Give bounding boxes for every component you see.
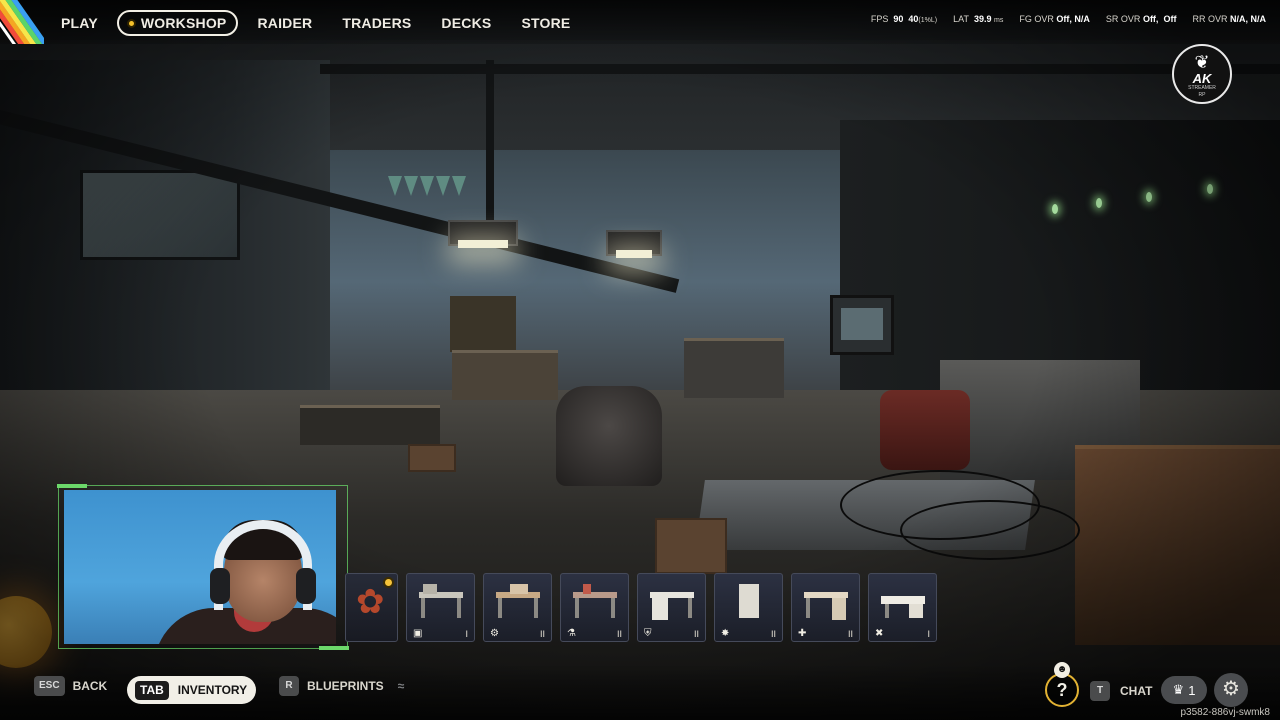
gear-bench-icon <box>650 584 694 620</box>
friends-icon: ♛ <box>1172 682 1185 697</box>
flask-icon: ⚗ <box>567 628 576 639</box>
gear-icon: ⚙ <box>1222 678 1240 700</box>
friends-button[interactable]: ♛ 1 <box>1161 676 1207 704</box>
inventory-button[interactable]: TAB INVENTORY <box>127 676 256 704</box>
chemistry-bench-icon <box>573 584 617 620</box>
friends-count: 1 <box>1188 682 1196 698</box>
back-button[interactable]: ESC BACK <box>34 676 107 696</box>
gear-cog-icon: ⚙ <box>490 628 499 639</box>
bench-level: II <box>539 628 545 639</box>
bench-slot-2[interactable]: ⚙ II <box>483 573 552 642</box>
bench-level: I <box>927 628 930 639</box>
back-label: BACK <box>72 679 108 693</box>
shield-icon: ⛨ <box>644 628 652 639</box>
bench-level: II <box>770 628 776 639</box>
bench-slot-3[interactable]: ⚗ II <box>560 573 629 642</box>
chat-button[interactable]: T CHAT <box>1090 681 1152 701</box>
fg-override-stat: FG OVR Off, N/A <box>1019 14 1090 24</box>
sr-override-stat: SR OVR Off, Off <box>1105 14 1177 24</box>
gunsmith-bench-icon <box>496 584 540 620</box>
latency-stat: LAT 39.9 ms <box>953 14 1004 24</box>
fps-stat: FPS 90 40(1%L) <box>870 14 938 24</box>
bench-level: II <box>693 628 699 639</box>
help-button[interactable]: ? <box>1045 673 1079 707</box>
inventory-label: INVENTORY <box>177 683 248 697</box>
badge-title: AK <box>1192 71 1212 86</box>
rooster-icon: ✿ <box>356 583 385 621</box>
nav-workshop-label: WORKSHOP <box>140 15 227 31</box>
explosives-bench-icon <box>727 584 771 620</box>
blueprints-label: BLUEPRINTS <box>307 679 384 693</box>
nav-play[interactable]: PLAY <box>50 11 109 35</box>
tab-key: TAB <box>135 680 169 700</box>
esc-key: ESC <box>34 676 65 696</box>
nav-store[interactable]: STORE <box>510 11 581 35</box>
t-key: T <box>1090 681 1110 701</box>
main-nav: PLAY WORKSHOP RAIDER TRADERS DECKS STORE <box>50 10 589 36</box>
bench-slot-6[interactable]: ✚ II <box>791 573 860 642</box>
rr-override-stat: RR OVR N/A, N/A <box>1192 14 1266 24</box>
workbench-icon <box>419 584 463 620</box>
crossed-tools-icon: ✖ <box>875 628 884 639</box>
medical-bench-icon <box>804 584 848 620</box>
bench-slot-7[interactable]: ✖ I <box>868 573 937 642</box>
workbench-icon: ▣ <box>413 628 423 639</box>
game-logo[interactable] <box>0 0 44 44</box>
explosive-icon: ✸ <box>721 628 730 639</box>
workshop-hotbar: ✿ ▣ I ⚙ II ⚗ II ⛨ II ✸ II ✚ II ✖ I <box>345 573 937 642</box>
streamer-badge: ❦ AK STREAMER RP <box>1172 44 1232 104</box>
utility-bench-icon <box>881 584 925 620</box>
phoenix-icon: ❦ <box>1194 52 1210 72</box>
signal-icon: ≈ <box>397 679 405 693</box>
blueprints-button[interactable]: R BLUEPRINTS ≈ <box>279 676 404 696</box>
medical-cross-icon: ✚ <box>798 628 807 639</box>
nav-decks[interactable]: DECKS <box>430 11 502 35</box>
coin-icon <box>383 577 394 588</box>
chat-label: CHAT <box>1120 684 1153 698</box>
rooster-slot[interactable]: ✿ <box>345 573 398 642</box>
badge-subtitle: STREAMER <box>1188 85 1216 91</box>
bench-level: II <box>847 628 853 639</box>
headset-ear-icon <box>296 568 316 604</box>
active-indicator-icon <box>126 18 136 28</box>
bench-slot-4[interactable]: ⛨ II <box>637 573 706 642</box>
nav-workshop[interactable]: WORKSHOP <box>116 10 239 36</box>
bench-level: I <box>465 628 468 639</box>
r-key: R <box>279 676 299 696</box>
help-notification-icon: ☻ <box>1054 662 1070 678</box>
headset-ear-icon <box>210 568 230 604</box>
bench-slot-1[interactable]: ▣ I <box>406 573 475 642</box>
webcam-feed <box>64 490 336 644</box>
top-bar: PLAY WORKSHOP RAIDER TRADERS DECKS STORE… <box>0 0 1280 44</box>
settings-button[interactable]: ⚙ <box>1214 673 1248 707</box>
bench-slot-5[interactable]: ✸ II <box>714 573 783 642</box>
performance-overlay: FPS 90 40(1%L) LAT 39.9 ms FG OVR Off, N… <box>871 14 1266 24</box>
session-id: p3582-886vj-swmk8 <box>1180 707 1271 718</box>
help-label: ? <box>1056 680 1068 700</box>
nav-raider[interactable]: RAIDER <box>246 11 323 35</box>
nav-traders[interactable]: TRADERS <box>331 11 422 35</box>
bench-level: II <box>616 628 622 639</box>
